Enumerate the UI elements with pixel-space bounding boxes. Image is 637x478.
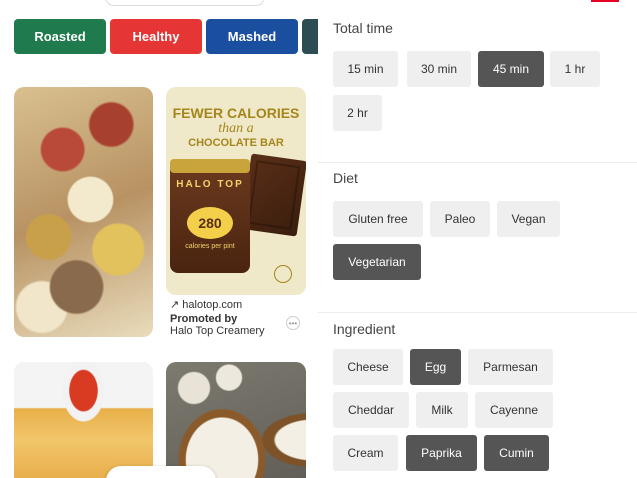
option-paleo[interactable]: Paleo bbox=[430, 201, 490, 237]
option-label: Gluten free bbox=[348, 212, 408, 226]
chip-mashed[interactable]: Mashed bbox=[206, 19, 298, 54]
ice-cream-pint-image: HALO TOP 280 calories per pint bbox=[170, 159, 250, 273]
total-time-title: Total time bbox=[333, 20, 393, 36]
search-bar[interactable] bbox=[105, 0, 265, 6]
option-label: 1 hr bbox=[564, 62, 586, 76]
option-vegetarian[interactable]: Vegetarian bbox=[333, 244, 421, 280]
pin-casserole-image[interactable] bbox=[14, 87, 153, 337]
option-label: Cheddar bbox=[347, 403, 395, 417]
option-label: Vegan bbox=[511, 212, 546, 226]
close-button[interactable] bbox=[591, 0, 619, 2]
option-label: Cream bbox=[347, 446, 384, 460]
pint-calorie-badge: 280 bbox=[187, 207, 233, 239]
pin-feed: Roasted Healthy Mashed FEWER CALORIES th… bbox=[0, 0, 318, 478]
option-gluten-free[interactable]: Gluten free bbox=[333, 201, 423, 237]
option-label: Cheese bbox=[347, 360, 389, 374]
chocolate-bar-image bbox=[240, 153, 306, 237]
option-label: Vegetarian bbox=[348, 255, 406, 269]
option-milk[interactable]: Milk bbox=[416, 392, 468, 428]
ad-headline-2: than a bbox=[218, 121, 254, 136]
option-cheddar[interactable]: Cheddar bbox=[333, 392, 409, 428]
section-divider bbox=[318, 162, 637, 163]
option-45-min[interactable]: 45 min bbox=[478, 51, 544, 87]
chip-healthy[interactable]: Healthy bbox=[110, 19, 202, 54]
chip-roasted[interactable]: Roasted bbox=[14, 19, 106, 54]
option-15-min[interactable]: 15 min bbox=[333, 51, 398, 87]
pint-lid bbox=[170, 159, 250, 173]
pint-brand: HALO TOP bbox=[176, 179, 244, 190]
option-label: Parmesan bbox=[483, 360, 538, 374]
option-label: 15 min bbox=[347, 62, 384, 76]
option-parmesan[interactable]: Parmesan bbox=[468, 349, 553, 385]
option-paprika[interactable]: Paprika bbox=[406, 435, 477, 471]
promoted-label: Promoted by bbox=[170, 313, 238, 325]
category-chips: Roasted Healthy Mashed bbox=[14, 19, 318, 54]
ad-link[interactable]: halotop.com bbox=[182, 299, 242, 311]
ad-headline-3: CHOCOLATE BAR bbox=[188, 137, 284, 149]
option-vegan[interactable]: Vegan bbox=[497, 201, 560, 237]
option-label: 30 min bbox=[420, 62, 458, 76]
option-cheese[interactable]: Cheese bbox=[333, 349, 403, 385]
option-cayenne[interactable]: Cayenne bbox=[475, 392, 553, 428]
option-1-hr[interactable]: 1 hr bbox=[550, 51, 600, 87]
option-cream[interactable]: Cream bbox=[333, 435, 398, 471]
ad-meta: ↗ halotop.com Promoted by Halo Top Cream… bbox=[170, 299, 265, 337]
pint-calorie-subtext: calories per pint bbox=[185, 243, 235, 250]
total-time-section: Total time bbox=[333, 20, 393, 36]
ingredient-section: Ingredient bbox=[333, 321, 395, 337]
pin-pizza-image[interactable] bbox=[14, 362, 153, 478]
option-label: Milk bbox=[431, 403, 453, 417]
option-label: Cumin bbox=[499, 446, 534, 460]
option-30-min[interactable]: 30 min bbox=[407, 51, 471, 87]
ad-headline-1: FEWER CALORIES bbox=[172, 105, 300, 121]
advertiser-name[interactable]: Halo Top Creamery bbox=[170, 325, 265, 337]
section-divider bbox=[318, 312, 637, 313]
filter-panel: Total time 15 min 30 min 45 min 1 hr 2 h… bbox=[318, 0, 637, 478]
option-2-hr[interactable]: 2 hr bbox=[333, 95, 382, 131]
option-label: 45 min bbox=[492, 62, 530, 76]
option-label: Paprika bbox=[421, 446, 462, 460]
pin-mashed-cauliflower-image[interactable] bbox=[166, 362, 306, 478]
chip-overflow[interactable] bbox=[302, 19, 318, 54]
option-label: 2 hr bbox=[347, 106, 368, 120]
option-cumin[interactable]: Cumin bbox=[484, 435, 549, 471]
diet-section: Diet bbox=[333, 170, 358, 186]
option-label: Egg bbox=[424, 360, 447, 374]
option-egg[interactable]: Egg bbox=[410, 349, 461, 385]
diet-title: Diet bbox=[333, 170, 358, 186]
floating-action-pill[interactable] bbox=[106, 466, 216, 478]
dots-icon[interactable]: ••• bbox=[286, 316, 300, 330]
seal-icon bbox=[274, 265, 292, 283]
external-link-icon: ↗ bbox=[170, 299, 180, 311]
option-label: Paleo bbox=[444, 212, 476, 226]
option-label: Cayenne bbox=[489, 403, 539, 417]
promoted-pin-image[interactable]: FEWER CALORIES than a CHOCOLATE BAR HALO… bbox=[166, 87, 306, 295]
ingredient-title: Ingredient bbox=[333, 321, 396, 337]
